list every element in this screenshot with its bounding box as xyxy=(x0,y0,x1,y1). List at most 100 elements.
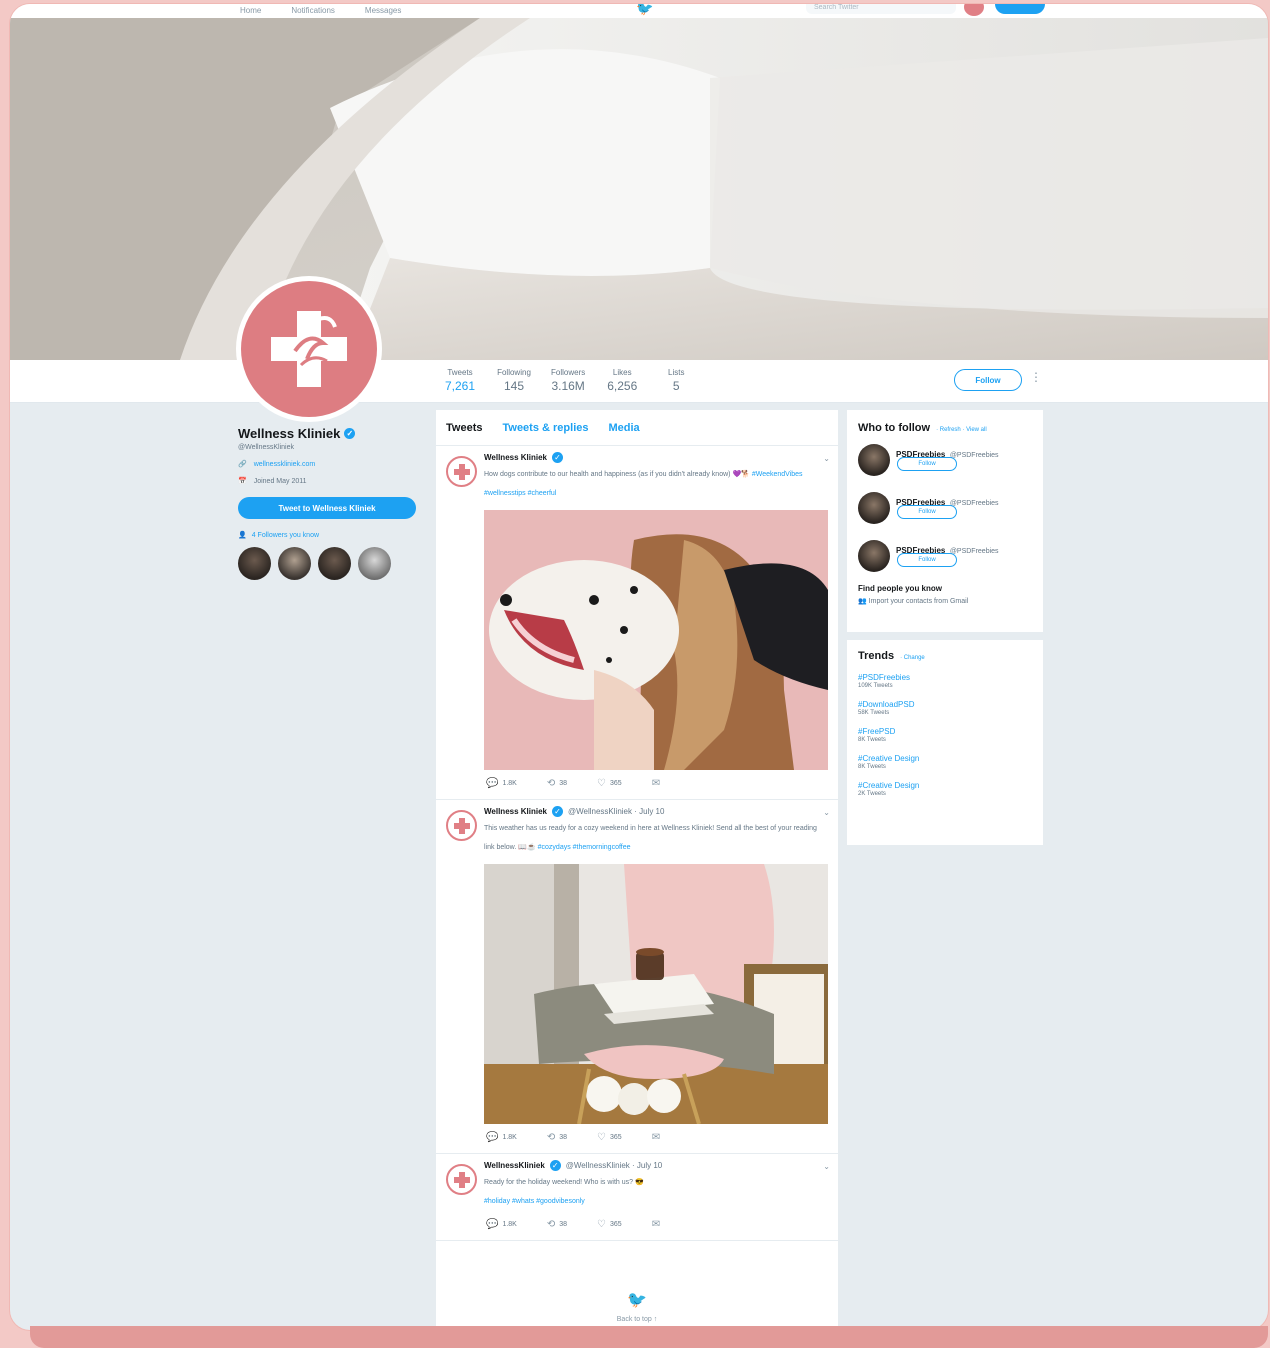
tweet-text: Ready for the holiday weekend! Who is wi… xyxy=(484,1173,829,1211)
trends-title: Trends · Change xyxy=(858,650,1032,662)
trend-item[interactable]: #FreePSD 8K Tweets xyxy=(858,727,1032,743)
stat-following[interactable]: Following 145 xyxy=(497,368,531,393)
reply-action[interactable]: 💬 1.8K xyxy=(486,1132,517,1143)
stat-value: 3.16M xyxy=(551,379,585,393)
retweet-action[interactable]: ⟲ 38 xyxy=(547,778,567,789)
tweet-image-coffee[interactable] xyxy=(484,864,828,1124)
stat-tweets[interactable]: Tweets 7,261 xyxy=(443,368,477,393)
tweet-handle[interactable]: @WellnessKliniek · July 10 xyxy=(566,1161,662,1170)
like-count: 365 xyxy=(610,1134,622,1141)
find-people-link[interactable]: Find people you know xyxy=(858,584,1032,593)
trend-name[interactable]: #Creative Design xyxy=(858,781,1032,790)
account-avatar[interactable] xyxy=(964,4,984,16)
verified-badge-icon: ✓ xyxy=(552,452,563,463)
profile-avatar[interactable] xyxy=(236,276,382,422)
tweet-hashtags[interactable]: #holiday #whats #goodvibesonly xyxy=(484,1198,585,1205)
trend-item[interactable]: #Creative Design 2K Tweets xyxy=(858,781,1032,797)
user-avatar[interactable] xyxy=(858,492,890,524)
profile-website-link[interactable]: wellnesskliniek.com xyxy=(254,461,315,468)
tweet-avatar[interactable] xyxy=(446,456,477,487)
timeline-tabs: Tweets Tweets & replies Media xyxy=(436,410,838,446)
more-options-icon[interactable]: ⋮ xyxy=(1030,370,1042,384)
trend-item[interactable]: #DownloadPSD 58K Tweets xyxy=(858,700,1032,716)
trend-name[interactable]: #DownloadPSD xyxy=(858,700,1032,709)
reply-action[interactable]: 💬 1.8K xyxy=(486,1219,517,1230)
verified-badge-icon: ✓ xyxy=(344,428,356,439)
top-nav: Home Notifications Messages 🐦 Search Twi… xyxy=(10,4,1268,18)
follower-avatar[interactable] xyxy=(358,547,391,580)
nav-home[interactable]: Home xyxy=(240,6,261,15)
followers-you-know-label: 4 Followers you know xyxy=(251,531,320,539)
mail-icon: ✉ xyxy=(651,1132,661,1143)
tweet-handle[interactable]: @WellnessKliniek · July 10 xyxy=(568,807,664,816)
retweet-action[interactable]: ⟲ 38 xyxy=(547,1132,567,1143)
tweet[interactable]: ⌄ Wellness Kliniek ✓ How dogs contribute… xyxy=(436,446,838,800)
user-avatar[interactable] xyxy=(858,444,890,476)
follow-user-button[interactable]: Follow xyxy=(897,457,957,471)
like-action[interactable]: ♡ 365 xyxy=(597,1132,622,1143)
compose-tweet-button[interactable] xyxy=(995,4,1045,14)
suggested-user[interactable]: PSDFreebies @PSDFreebies Follow xyxy=(858,540,1032,578)
reply-action[interactable]: 💬 1.8K xyxy=(486,778,517,789)
stat-likes[interactable]: Likes 6,256 xyxy=(605,368,639,393)
tweet-author[interactable]: Wellness Kliniek xyxy=(484,807,547,816)
user-handle: @PSDFreebies xyxy=(949,500,999,507)
chevron-down-icon[interactable]: ⌄ xyxy=(823,808,830,817)
follower-avatar[interactable] xyxy=(278,547,311,580)
tweet-author[interactable]: Wellness Kliniek xyxy=(484,453,547,462)
stat-label: Lists xyxy=(668,368,685,377)
tweet-avatar[interactable] xyxy=(446,810,477,841)
chevron-down-icon[interactable]: ⌄ xyxy=(823,1162,830,1171)
trend-item[interactable]: #Creative Design 8K Tweets xyxy=(858,754,1032,770)
trends-change-link[interactable]: · Change xyxy=(900,655,925,661)
message-action[interactable]: ✉ xyxy=(652,1132,660,1143)
tweet-image-dog[interactable] xyxy=(484,510,828,770)
suggested-user[interactable]: PSDFreebies @PSDFreebies Follow xyxy=(858,492,1032,530)
who-to-follow-heading: Who to follow xyxy=(858,422,931,434)
like-action[interactable]: ♡ 365 xyxy=(597,778,622,789)
stat-followers[interactable]: Followers 3.16M xyxy=(551,368,585,393)
trend-name[interactable]: #PSDFreebies xyxy=(858,673,1032,682)
tweet-hashtags[interactable]: #cozydays #themorningcoffee xyxy=(538,844,631,851)
import-contacts-link[interactable]: 👥 Import your contacts from Gmail xyxy=(858,597,1032,605)
follow-button[interactable]: Follow xyxy=(954,369,1022,391)
like-action[interactable]: ♡ 365 xyxy=(597,1219,622,1230)
tab-tweets-replies[interactable]: Tweets & replies xyxy=(502,422,588,434)
medical-cross-icon xyxy=(271,311,347,387)
follow-user-button[interactable]: Follow xyxy=(897,553,957,567)
tweet-author[interactable]: WellnessKliniek xyxy=(484,1161,545,1170)
message-action[interactable]: ✉ xyxy=(652,778,660,789)
stat-lists[interactable]: Lists 5 xyxy=(659,368,693,393)
who-to-follow-links[interactable]: · Refresh · View all xyxy=(936,427,987,433)
tweet[interactable]: ⌄ WellnessKliniek ✓ @WellnessKliniek · J… xyxy=(436,1154,838,1241)
trend-name[interactable]: #Creative Design xyxy=(858,754,1032,763)
tab-tweets[interactable]: Tweets xyxy=(446,422,482,434)
user-avatar[interactable] xyxy=(858,540,890,572)
followers-you-know[interactable]: 👤 4 Followers you know xyxy=(238,531,423,540)
tweet-avatar[interactable] xyxy=(446,1164,477,1195)
search-input[interactable]: Search Twitter xyxy=(806,4,956,14)
message-action[interactable]: ✉ xyxy=(652,1219,660,1230)
stat-value: 145 xyxy=(503,379,525,393)
follower-avatar[interactable] xyxy=(318,547,351,580)
tweet[interactable]: ⌄ Wellness Kliniek ✓ @WellnessKliniek · … xyxy=(436,800,838,1154)
medical-cross-icon xyxy=(453,463,470,480)
tweet-to-button[interactable]: Tweet to Wellness Kliniek xyxy=(238,497,416,519)
trend-name[interactable]: #FreePSD xyxy=(858,727,1032,736)
retweet-action[interactable]: ⟲ 38 xyxy=(547,1219,567,1230)
nav-messages[interactable]: Messages xyxy=(365,6,401,15)
suggested-user[interactable]: PSDFreebies @PSDFreebies Follow xyxy=(858,444,1032,482)
nav-notifications[interactable]: Notifications xyxy=(291,6,335,15)
trend-item[interactable]: #PSDFreebies 109K Tweets xyxy=(858,673,1032,689)
profile-banner xyxy=(10,18,1268,360)
stat-label: Tweets xyxy=(447,368,473,377)
chevron-down-icon[interactable]: ⌄ xyxy=(823,454,830,463)
follower-avatar[interactable] xyxy=(238,547,271,580)
tab-media[interactable]: Media xyxy=(608,422,639,434)
twitter-bird-icon[interactable]: 🐦 xyxy=(636,4,653,17)
follow-user-button[interactable]: Follow xyxy=(897,505,957,519)
verified-badge-icon: ✓ xyxy=(549,1160,561,1171)
tweet-body: Wellness Kliniek ✓ @WellnessKliniek · Ju… xyxy=(484,800,829,1153)
trend-count: 8K Tweets xyxy=(858,764,886,770)
back-to-top[interactable]: 🐦 Back to top ↑ xyxy=(436,1290,838,1323)
